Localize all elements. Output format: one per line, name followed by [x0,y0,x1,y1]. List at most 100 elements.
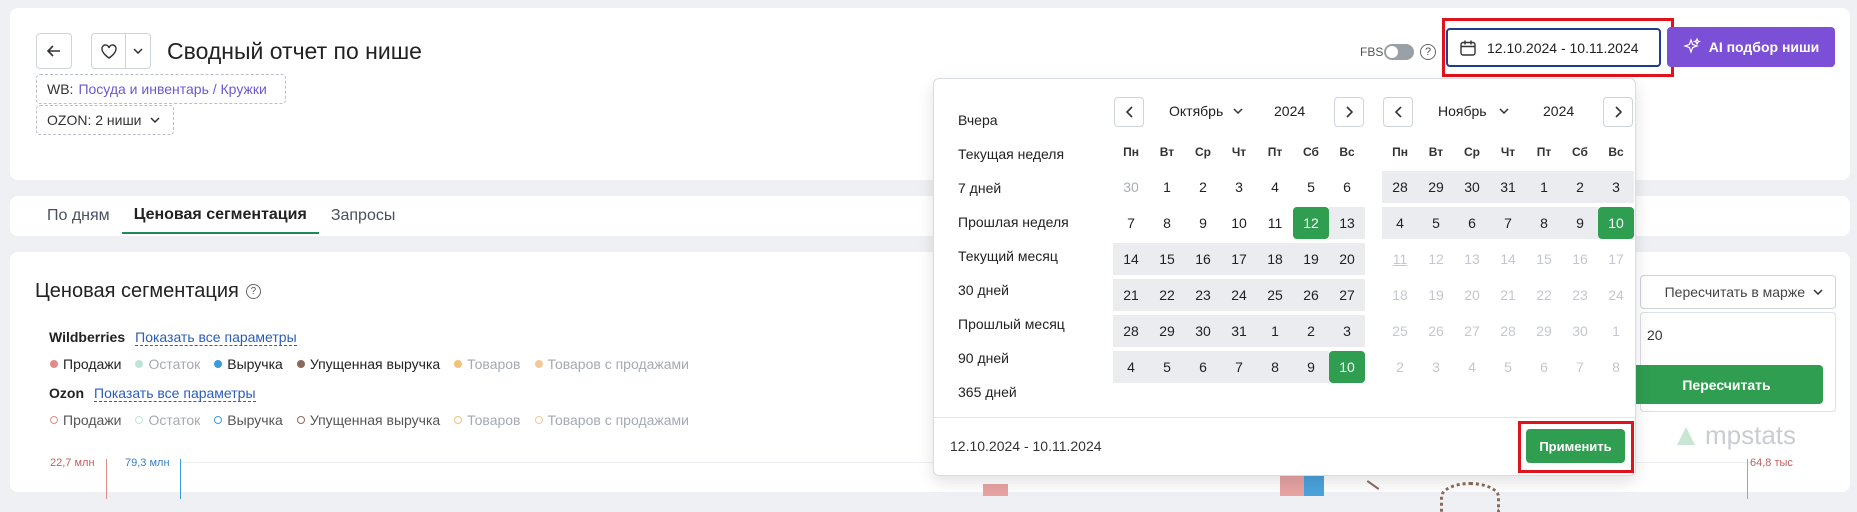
day-cell[interactable]: 29 [1149,315,1185,347]
legend-item-stock[interactable]: Остаток [135,356,200,372]
fbs-toggle[interactable] [1384,44,1414,60]
day-cell-selected[interactable]: 12 [1293,207,1329,239]
day-cell[interactable]: 15 [1149,243,1185,275]
ozon-niches-chip[interactable]: OZON: 2 ниши [36,105,174,135]
preset-option[interactable]: Прошлый месяц [958,307,1069,341]
day-cell[interactable]: 6 [1454,207,1490,239]
day-cell[interactable]: 5 [1418,207,1454,239]
next-month-button[interactable] [1334,97,1364,127]
legend-item-products-with-sales[interactable]: Товаров с продажами [534,412,689,428]
back-button[interactable] [36,33,72,69]
day-cell[interactable]: 6 [1185,351,1221,383]
legend-item-products[interactable]: Товаров [454,412,521,428]
preset-option[interactable]: 30 дней [958,273,1069,307]
prev-month-button[interactable] [1383,97,1413,127]
help-icon[interactable]: ? [1420,44,1436,60]
legend-item-revenue[interactable]: Выручка [214,412,283,428]
legend-item-sales[interactable]: Продажи [50,412,121,428]
day-cell[interactable]: 5 [1293,171,1329,203]
favorite-button[interactable] [92,34,126,68]
favorite-menu-button[interactable] [126,34,150,68]
day-cell[interactable]: 25 [1257,279,1293,311]
ai-niche-button[interactable]: AI подбор ниши [1667,27,1835,67]
preset-option[interactable]: 365 дней [958,375,1069,409]
legend-item-lost-revenue[interactable]: Упущенная выручка [296,356,440,372]
day-cell[interactable]: 10 [1221,207,1257,239]
day-cell[interactable]: 11 [1382,243,1418,275]
day-cell[interactable]: 13 [1329,207,1365,239]
day-cell[interactable]: 31 [1221,315,1257,347]
day-cell[interactable]: 1 [1257,315,1293,347]
next-month-button[interactable] [1603,97,1633,127]
day-cell[interactable]: 23 [1185,279,1221,311]
apply-button[interactable]: Применить [1526,429,1625,463]
preset-option[interactable]: Текущий месяц [958,239,1069,273]
day-cell[interactable]: 8 [1257,351,1293,383]
day-cell[interactable]: 4 [1257,171,1293,203]
day-cell[interactable]: 7 [1490,207,1526,239]
day-cell[interactable]: 9 [1293,351,1329,383]
wb-category-chip[interactable]: WB: Посуда и инвентарь / Кружки [36,74,286,104]
day-cell[interactable]: 20 [1329,243,1365,275]
day-cell[interactable]: 1 [1526,171,1562,203]
day-cell[interactable]: 24 [1221,279,1257,311]
day-cell[interactable]: 2 [1562,171,1598,203]
day-cell-selected[interactable]: 10 [1329,351,1365,383]
day-cell[interactable]: 14 [1113,243,1149,275]
recalc-select[interactable]: Пересчитать в марже [1640,275,1836,309]
day-cell[interactable]: 16 [1185,243,1221,275]
wb-category-link[interactable]: Посуда и инвентарь / Кружки [78,81,266,97]
recalc-button[interactable]: Пересчитать [1630,365,1823,404]
day-cell[interactable]: 17 [1221,243,1257,275]
day-cell[interactable]: 3 [1329,315,1365,347]
prev-month-button[interactable] [1114,97,1144,127]
month-select[interactable]: Ноябрь [1438,103,1509,119]
year-value[interactable]: 2024 [1543,103,1574,119]
day-cell-selected[interactable]: 10 [1598,207,1634,239]
day-cell[interactable]: 9 [1185,207,1221,239]
day-cell[interactable]: 30 [1185,315,1221,347]
day-cell[interactable]: 19 [1293,243,1329,275]
legend-item-revenue[interactable]: Выручка [214,356,283,372]
day-cell[interactable]: 27 [1329,279,1365,311]
preset-option[interactable]: 7 дней [958,171,1069,205]
day-cell[interactable]: 18 [1257,243,1293,275]
day-cell[interactable]: 6 [1329,171,1365,203]
day-cell[interactable]: 30 [1113,171,1149,203]
month-select[interactable]: Октябрь [1169,103,1243,119]
day-cell[interactable]: 11 [1257,207,1293,239]
preset-option[interactable]: 90 дней [958,341,1069,375]
day-cell[interactable]: 7 [1221,351,1257,383]
day-cell[interactable]: 5 [1149,351,1185,383]
day-cell[interactable]: 2 [1185,171,1221,203]
day-cell[interactable]: 7 [1113,207,1149,239]
preset-option[interactable]: Прошлая неделя [958,205,1069,239]
ozon-show-all-link[interactable]: Показать все параметры [94,385,256,402]
day-cell[interactable]: 30 [1454,171,1490,203]
help-icon[interactable]: ? [245,284,261,299]
day-cell[interactable]: 8 [1149,207,1185,239]
legend-item-sales[interactable]: Продажи [50,356,121,372]
legend-item-lost-revenue[interactable]: Упущенная выручка [296,412,440,428]
tab-price-segmentation[interactable]: Ценовая сегментация [121,198,319,234]
day-cell[interactable]: 22 [1149,279,1185,311]
day-cell[interactable]: 3 [1221,171,1257,203]
year-value[interactable]: 2024 [1274,103,1305,119]
day-cell[interactable]: 8 [1526,207,1562,239]
day-cell[interactable]: 28 [1113,315,1149,347]
date-range-button[interactable]: 12.10.2024 - 10.11.2024 [1446,28,1661,67]
tab-by-days[interactable]: По дням [35,198,122,234]
legend-item-stock[interactable]: Остаток [135,412,200,428]
day-cell[interactable]: 28 [1382,171,1418,203]
day-cell[interactable]: 4 [1113,351,1149,383]
day-cell[interactable]: 1 [1149,171,1185,203]
legend-item-products-with-sales[interactable]: Товаров с продажами [534,356,689,372]
tab-queries[interactable]: Запросы [319,198,408,234]
day-cell[interactable]: 31 [1490,171,1526,203]
day-cell[interactable]: 2 [1293,315,1329,347]
day-cell[interactable]: 9 [1562,207,1598,239]
preset-option[interactable]: Текущая неделя [958,137,1069,171]
wb-show-all-link[interactable]: Показать все параметры [135,329,297,346]
day-cell[interactable]: 29 [1418,171,1454,203]
preset-option[interactable]: Вчера [958,103,1069,137]
